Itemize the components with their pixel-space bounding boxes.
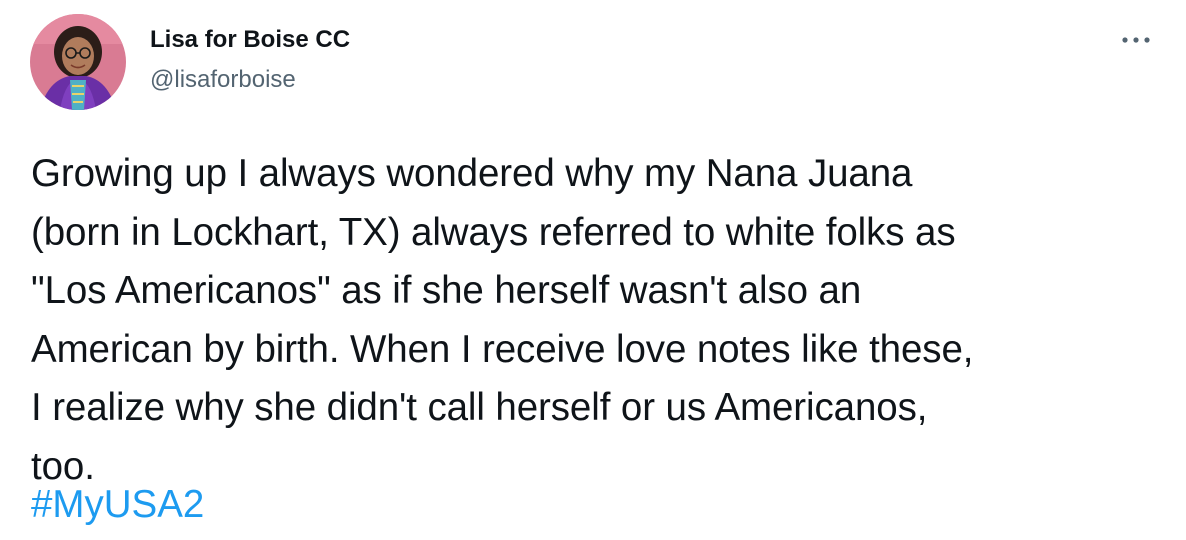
tweet-text: Growing up I always wondered why my Nana…	[31, 152, 974, 488]
avatar-image	[30, 14, 126, 110]
more-options-button[interactable]	[1114, 26, 1158, 54]
tweet-card: Lisa for Boise CC @lisaforboise Growing …	[0, 0, 1186, 540]
author-name[interactable]: Lisa for Boise CC	[150, 24, 350, 56]
hashtag-link[interactable]: #MyUSA2	[31, 476, 204, 535]
author-handle[interactable]: @lisaforboise	[150, 64, 296, 96]
avatar[interactable]	[30, 14, 126, 110]
more-horizontal-icon	[1121, 36, 1151, 44]
